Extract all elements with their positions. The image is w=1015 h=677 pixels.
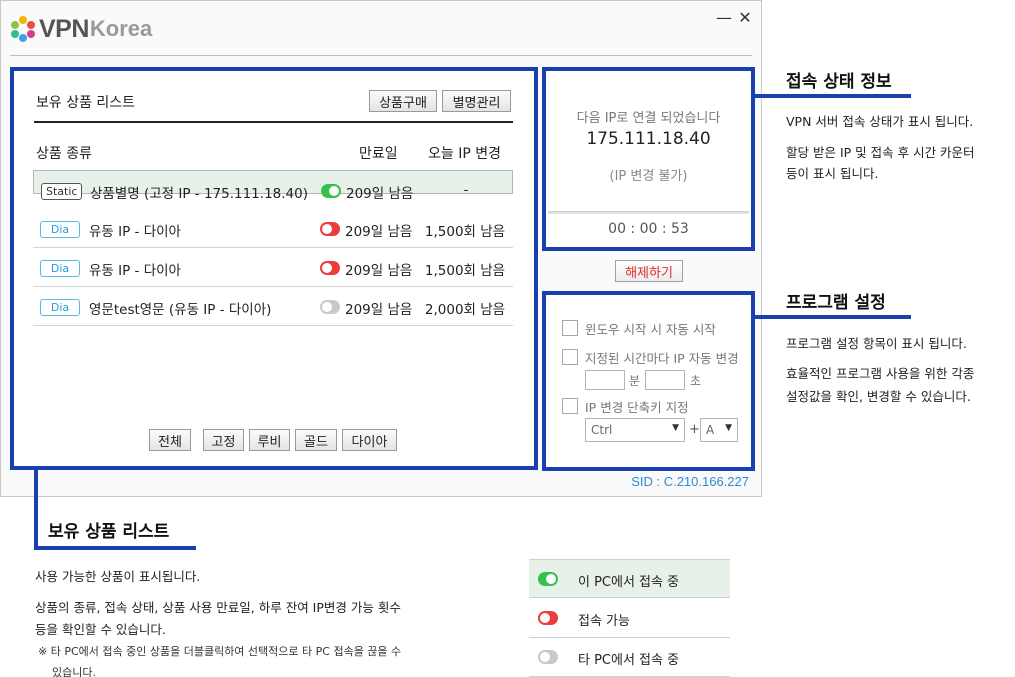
product-ip-change-count: 1,500회 남음 [424,224,506,240]
logo-korea-text: Korea [89,16,153,41]
auto-change-label: 지정된 시간마다 IP 자동 변경 [585,351,739,366]
logo-vpn-text: VPN [39,14,89,43]
list-connector-line [34,470,38,550]
list-annotation-text: 사용 가능한 상품이 표시됩니다. [35,569,201,584]
buy-product-button[interactable]: 상품구매 [369,90,437,112]
list-annotation-note: ※ 타 PC에서 접속 중인 상품을 더블클릭하여 선택적으로 타 PC 접속을… [38,645,402,658]
filter-gold-button[interactable]: 골드 [295,429,337,451]
product-ip-change-count: 2,000회 남음 [424,302,506,318]
product-tag-dia: Dia [40,221,80,238]
dropdown-arrow-icon: ▼ [725,423,732,433]
legend-row-connected: 이 PC에서 접속 중 [529,559,730,598]
logo-mark-icon [10,16,36,42]
status-annotation-text: 등이 표시 됩니다. [786,166,879,181]
list-connector-underline [34,546,196,550]
legend-label: 이 PC에서 접속 중 [578,575,680,590]
status-connector-line [755,94,911,98]
column-header-type: 상품 종류 [36,146,92,162]
product-expiry: 209일 남음 [345,302,413,318]
legend-label: 접속 가능 [578,614,630,629]
disconnect-button[interactable]: 해제하기 [615,260,683,282]
filter-all-button[interactable]: 전체 [149,429,191,451]
list-annotation-text: 상품의 종류, 접속 상태, 상품 사용 만료일, 하루 잔여 IP변경 가능 … [35,600,401,615]
list-annotation-text: 등을 확인할 수 있습니다. [35,622,166,637]
product-tag-static: Static [41,183,83,200]
list-annotation-title: 보유 상품 리스트 [48,522,170,542]
sid-label: SID : C.210.166.227 [631,474,749,489]
legend-row-other-pc: 타 PC에서 접속 중 [529,638,730,677]
status-annotation-text: 할당 받은 IP 및 접속 후 시간 카운터 [786,145,975,160]
product-expiry: 209일 남음 [346,186,414,202]
product-expiry: 209일 남음 [345,224,413,240]
product-tag-dia: Dia [40,260,80,277]
settings-annotation-text: 효율적인 프로그램 사용을 위한 각종 [786,366,975,381]
filter-ruby-button[interactable]: 루비 [249,429,290,451]
auto-change-checkbox[interactable] [562,349,578,365]
status-annotation-title: 접속 상태 정보 [786,72,892,92]
legend-row-available: 접속 가능 [529,599,730,638]
ip-change-note: (IP 변경 불가) [609,169,688,184]
product-expiry: 209일 남음 [345,263,413,279]
list-annotation-note: 있습니다. [52,666,96,677]
key-value: A [706,423,715,437]
connection-message: 다음 IP로 연결 되었습니다 [576,111,721,126]
plus-sign: + [689,422,700,437]
connection-timer: 00 : 00 : 53 [608,221,689,237]
app-logo: VPN Korea [10,14,152,44]
dropdown-arrow-icon: ▼ [672,423,679,433]
header-divider [10,55,752,56]
settings-annotation-title: 프로그램 설정 [786,293,886,313]
close-button[interactable]: ✕ [735,8,755,28]
modifier-value: Ctrl [591,423,613,437]
other-pc-status-icon [538,650,558,664]
table-row[interactable]: Dia 유동 IP - 다이아 209일 남음 1,500회 남음 [33,248,513,287]
available-status-icon [538,611,558,625]
product-ip-change-count: - [463,182,469,198]
column-header-expiry: 만료일 [359,146,398,162]
status-annotation-text: VPN 서버 접속 상태가 표시 됩니다. [786,114,974,129]
second-input[interactable] [645,370,685,390]
list-divider [34,121,513,123]
settings-connector-line [755,315,911,319]
settings-annotation-text: 프로그램 설정 항목이 표시 됩니다. [786,336,967,351]
filter-diamond-button[interactable]: 다이아 [342,429,397,451]
hotkey-label: IP 변경 단축키 지정 [585,400,689,415]
minimize-button[interactable]: — [714,8,734,28]
available-status-icon [320,222,340,236]
second-unit: 초 [690,374,702,388]
autostart-checkbox[interactable] [562,320,578,336]
hotkey-checkbox[interactable] [562,398,578,414]
minute-unit: 분 [629,374,641,388]
other-pc-status-icon [320,300,340,314]
column-header-ip-change: 오늘 IP 변경 [428,146,501,162]
table-row[interactable]: Dia 유동 IP - 다이아 209일 남음 1,500회 남음 [33,209,513,248]
product-name: 유동 IP - 다이아 [89,224,181,240]
autostart-label: 윈도우 시작 시 자동 시작 [585,322,716,337]
settings-annotation-text: 설정값을 확인, 변경할 수 있습니다. [786,389,971,404]
connected-status-icon [538,572,558,586]
product-name: 영문test영문 (유동 IP - 다이아) [89,302,272,318]
manage-alias-button[interactable]: 별명관리 [442,90,511,112]
connected-ip: 175.111.18.40 [586,129,711,149]
product-ip-change-count: 1,500회 남음 [424,263,506,279]
product-list-title: 보유 상품 리스트 [36,95,136,111]
table-row[interactable]: Static 상품별명 (고정 IP - 175.111.18.40) 209일… [33,170,513,202]
legend-label: 타 PC에서 접속 중 [578,653,680,668]
connected-status-icon [321,184,341,198]
product-name: 유동 IP - 다이아 [89,263,181,279]
minute-input[interactable] [585,370,625,390]
table-row[interactable]: Dia 영문test영문 (유동 IP - 다이아) 209일 남음 2,000… [33,287,513,326]
available-status-icon [320,261,340,275]
filter-static-button[interactable]: 고정 [203,429,244,451]
product-tag-dia: Dia [40,299,80,316]
product-name: 상품별명 (고정 IP - 175.111.18.40) [90,186,308,202]
modifier-select[interactable]: Ctrl ▼ [585,418,685,442]
status-divider [548,211,749,214]
key-select[interactable]: A ▼ [700,418,738,442]
